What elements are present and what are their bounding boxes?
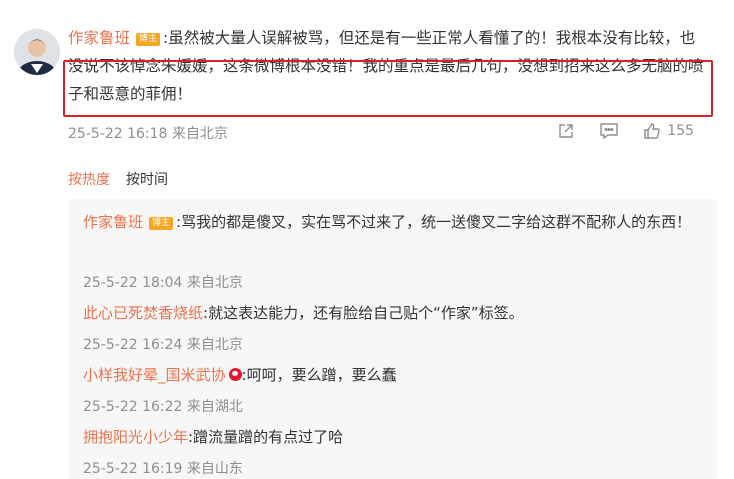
reply-username[interactable]: 拥抱阳光小少年 [83,428,188,446]
reply-item: 拥抱阳光小少年:蹭流量蹭的有点过了哈 [83,423,343,451]
highlight-box [63,60,713,117]
reply-item: 作家鲁班 博主:骂我的都是傻叉，实在骂不过来了，统一送傻叉二字给这群不配称人的东西… [83,208,693,236]
reply-item: 此心已死焚香烧纸:就这表达能力，还有脸给自己贴个“作家”标签。 [83,299,524,327]
tab-sort-by-hot[interactable]: 按热度 [68,170,110,190]
reply-text: :就这表达能力，还有脸给自己贴个“作家”标签。 [203,304,524,322]
reply-username[interactable]: 小样我好晕_国米武协 [83,366,226,384]
reply-username[interactable]: 作家鲁班 [83,213,143,231]
comment-timestamp: 25-5-22 16:18 来自北京 [68,126,228,142]
reply-timestamp: 25-5-22 16:19 来自山东 [83,461,243,477]
reply-item: 小样我好晕_国米武协 :呵呵，要么蹭，要么蠢 [83,361,397,389]
reply-timestamp: 25-5-22 16:22 来自湖北 [83,399,243,415]
weibo-verified-icon [228,368,242,381]
avatar[interactable] [14,29,60,75]
thumbs-up-icon [643,122,661,140]
weibo-comment-thread: 作家鲁班 博主:虽然被大量人误解被骂，但还是有一些正常人看懂了的！我根本没有比较，… [0,0,734,479]
blogger-badge: 博主 [136,33,161,46]
comment-actions: 155 [557,122,694,140]
reply-text: :蹭流量蹭的有点过了哈 [188,428,344,446]
blogger-badge: 博主 [149,217,174,230]
reply-timestamp: 25-5-22 18:04 来自北京 [83,275,243,291]
reply-username[interactable]: 此心已死焚香烧纸 [83,304,203,322]
reply-text: :呵呵，要么蹭，要么蠢 [241,366,397,384]
sort-tabs: 按热度 按时间 [68,170,168,190]
comment-icon[interactable] [599,122,619,140]
comment-username[interactable]: 作家鲁班 [68,29,130,47]
share-icon[interactable] [557,122,575,140]
tab-sort-by-time[interactable]: 按时间 [126,170,168,190]
like-count: 155 [667,123,694,139]
like-button[interactable]: 155 [643,122,694,140]
reply-timestamp: 25-5-22 16:24 来自北京 [83,337,243,353]
replies-panel: 作家鲁班 博主:骂我的都是傻叉，实在骂不过来了，统一送傻叉二字给这群不配称人的东西… [69,199,717,479]
reply-text: :骂我的都是傻叉，实在骂不过来了，统一送傻叉二字给这群不配称人的东西！ [176,213,692,231]
